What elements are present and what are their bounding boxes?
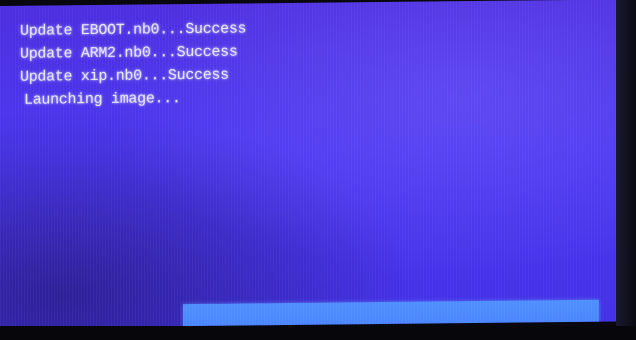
boot-screen: Update EBOOT.nb0...Success Update ARM2.n… — [0, 0, 616, 328]
monitor-bezel-bottom — [0, 326, 636, 340]
boot-log-line: Update EBOOT.nb0...Success — [20, 20, 247, 40]
boot-log: Update EBOOT.nb0...Success Update ARM2.n… — [20, 17, 246, 111]
progress-bar-fill — [183, 299, 599, 327]
monitor-bezel-right — [616, 0, 636, 340]
progress-bar — [183, 299, 599, 327]
boot-log-line: Update ARM2.nb0...Success — [20, 43, 238, 63]
boot-log-line: Update xip.nb0...Success — [20, 66, 229, 86]
photo-frame: Update EBOOT.nb0...Success Update ARM2.n… — [0, 0, 636, 340]
boot-log-line: Launching image... — [24, 90, 181, 109]
